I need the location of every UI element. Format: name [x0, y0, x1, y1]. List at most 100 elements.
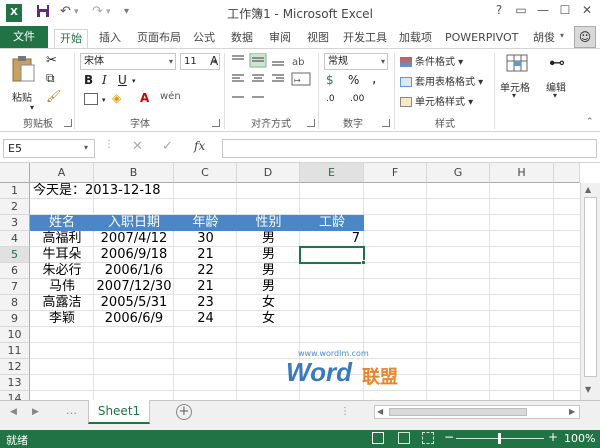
- name-box-dropdown-icon[interactable]: ▾: [84, 143, 88, 152]
- table-cell[interactable]: 高福利: [30, 231, 94, 247]
- row-header-2[interactable]: 2: [0, 199, 30, 215]
- row-header-14[interactable]: 14: [0, 391, 30, 400]
- column-header-d[interactable]: D: [237, 163, 300, 183]
- tab-developer[interactable]: 开发工具: [338, 29, 392, 48]
- page-break-view-icon[interactable]: [422, 432, 434, 444]
- table-cell[interactable]: 女: [237, 311, 300, 327]
- fill-handle[interactable]: [361, 260, 366, 265]
- number-launcher-icon[interactable]: [382, 119, 390, 127]
- page-layout-view-icon[interactable]: [398, 432, 410, 444]
- column-header-f[interactable]: F: [364, 163, 427, 183]
- table-cell[interactable]: 朱必行: [30, 263, 94, 279]
- increase-decimal-button[interactable]: .0: [326, 94, 335, 104]
- scroll-up-icon[interactable]: ▲: [585, 185, 591, 194]
- column-header-a[interactable]: A: [30, 163, 94, 183]
- paste-dropdown-icon[interactable]: ▾: [30, 103, 34, 112]
- conditional-formatting-button[interactable]: 条件格式 ▾: [400, 53, 463, 68]
- table-cell[interactable]: 高露洁: [30, 295, 94, 311]
- editing-dropdown-icon[interactable]: ▾: [553, 91, 557, 100]
- cell-styles-button[interactable]: 单元格样式 ▾: [400, 93, 473, 108]
- table-cell[interactable]: 2007/4/12: [94, 231, 174, 247]
- grow-font-icon[interactable]: A: [210, 54, 220, 68]
- user-name[interactable]: 胡俊: [528, 29, 560, 48]
- column-header-c[interactable]: C: [174, 163, 237, 183]
- header-cell-name[interactable]: 姓名: [30, 215, 94, 231]
- table-cell[interactable]: 李颖: [30, 311, 94, 327]
- cut-icon[interactable]: ✂: [46, 53, 57, 68]
- table-cell[interactable]: 男: [237, 247, 300, 263]
- tab-split-grip-icon[interactable]: ⋮: [340, 406, 350, 417]
- table-cell[interactable]: 2007/12/30: [94, 279, 174, 295]
- column-header-g[interactable]: G: [427, 163, 490, 183]
- avatar[interactable]: ☺: [574, 26, 596, 48]
- table-cell[interactable]: 2006/9/18: [94, 247, 174, 263]
- font-color-icon[interactable]: A: [140, 91, 149, 105]
- format-as-table-button[interactable]: 套用表格格式 ▾: [400, 73, 483, 88]
- binoculars-icon[interactable]: ⊷: [546, 53, 568, 73]
- table-cell[interactable]: 24: [174, 311, 237, 327]
- active-cell-selection[interactable]: [299, 246, 365, 264]
- confirm-entry-icon[interactable]: ✓: [162, 139, 173, 154]
- row-header-5[interactable]: 5: [0, 247, 30, 263]
- bold-button[interactable]: B: [84, 73, 93, 87]
- next-sheet-icon[interactable]: ▶: [32, 407, 39, 417]
- cells-icon[interactable]: [506, 53, 528, 73]
- row-header-6[interactable]: 6: [0, 263, 30, 279]
- cell-a1[interactable]: 今天是：2013-12-18: [33, 183, 161, 199]
- table-cell[interactable]: 22: [174, 263, 237, 279]
- format-painter-icon[interactable]: 🖌: [46, 89, 61, 103]
- row-header-4[interactable]: 4: [0, 231, 30, 247]
- currency-button[interactable]: $: [326, 73, 334, 87]
- column-header-e[interactable]: E: [300, 163, 364, 183]
- tab-data[interactable]: 数据: [226, 29, 258, 48]
- row-header-7[interactable]: 7: [0, 279, 30, 295]
- zoom-slider-thumb[interactable]: [498, 433, 501, 444]
- header-cell-gender[interactable]: 性别: [237, 215, 300, 231]
- horizontal-scrollbar[interactable]: ◀ ▶: [374, 405, 580, 419]
- table-cell[interactable]: 21: [174, 247, 237, 263]
- decrease-decimal-button[interactable]: .00: [350, 94, 364, 104]
- row-header-1[interactable]: 1: [0, 183, 30, 199]
- zoom-out-button[interactable]: −: [444, 430, 454, 444]
- underline-dropdown-icon[interactable]: ▾: [132, 77, 136, 85]
- header-cell-hire-date[interactable]: 入职日期: [94, 215, 174, 231]
- borders-icon[interactable]: [84, 93, 98, 105]
- sheet-tab-sheet1[interactable]: Sheet1: [88, 400, 150, 424]
- fill-color-icon[interactable]: ◈: [112, 91, 121, 105]
- scroll-left-icon[interactable]: ◀: [377, 407, 383, 416]
- add-sheet-button[interactable]: +: [176, 404, 192, 420]
- collapse-ribbon-icon[interactable]: ⌃: [586, 117, 594, 127]
- vertical-scroll-thumb[interactable]: [584, 197, 597, 377]
- table-cell[interactable]: 21: [174, 279, 237, 295]
- row-header-8[interactable]: 8: [0, 295, 30, 311]
- close-button[interactable]: ✕: [576, 3, 598, 21]
- copy-icon[interactable]: ⧉: [46, 71, 55, 86]
- user-dropdown-icon[interactable]: ▾: [560, 31, 564, 40]
- column-header-h[interactable]: H: [490, 163, 554, 183]
- row-header-10[interactable]: 10: [0, 327, 30, 343]
- tab-addins[interactable]: 加载项: [394, 29, 437, 48]
- row-header-11[interactable]: 11: [0, 343, 30, 359]
- borders-dropdown-icon[interactable]: ▾: [102, 96, 106, 104]
- tab-page-layout[interactable]: 页面布局: [132, 29, 186, 48]
- name-box[interactable]: E5: [3, 139, 95, 158]
- formula-input[interactable]: [222, 139, 597, 158]
- table-cell[interactable]: 7: [300, 231, 360, 247]
- horizontal-scroll-thumb[interactable]: [389, 408, 527, 416]
- table-cell[interactable]: 2006/1/6: [94, 263, 174, 279]
- table-cell[interactable]: 牛耳朵: [30, 247, 94, 263]
- font-launcher-icon[interactable]: [212, 119, 220, 127]
- tab-review[interactable]: 审阅: [264, 29, 296, 48]
- column-header-b[interactable]: B: [94, 163, 174, 183]
- alignment-launcher-icon[interactable]: [307, 119, 315, 127]
- percent-button[interactable]: %: [348, 73, 359, 87]
- table-cell[interactable]: 2005/5/31: [94, 295, 174, 311]
- table-cell[interactable]: 男: [237, 231, 300, 247]
- phonetic-button[interactable]: wén: [160, 91, 181, 102]
- scroll-right-icon[interactable]: ▶: [569, 407, 575, 416]
- maximize-button[interactable]: ☐: [554, 3, 576, 21]
- normal-view-icon[interactable]: [372, 432, 384, 444]
- scroll-down-icon[interactable]: ▼: [585, 385, 591, 394]
- sheet-more-icon[interactable]: …: [66, 404, 77, 417]
- row-header-13[interactable]: 13: [0, 375, 30, 391]
